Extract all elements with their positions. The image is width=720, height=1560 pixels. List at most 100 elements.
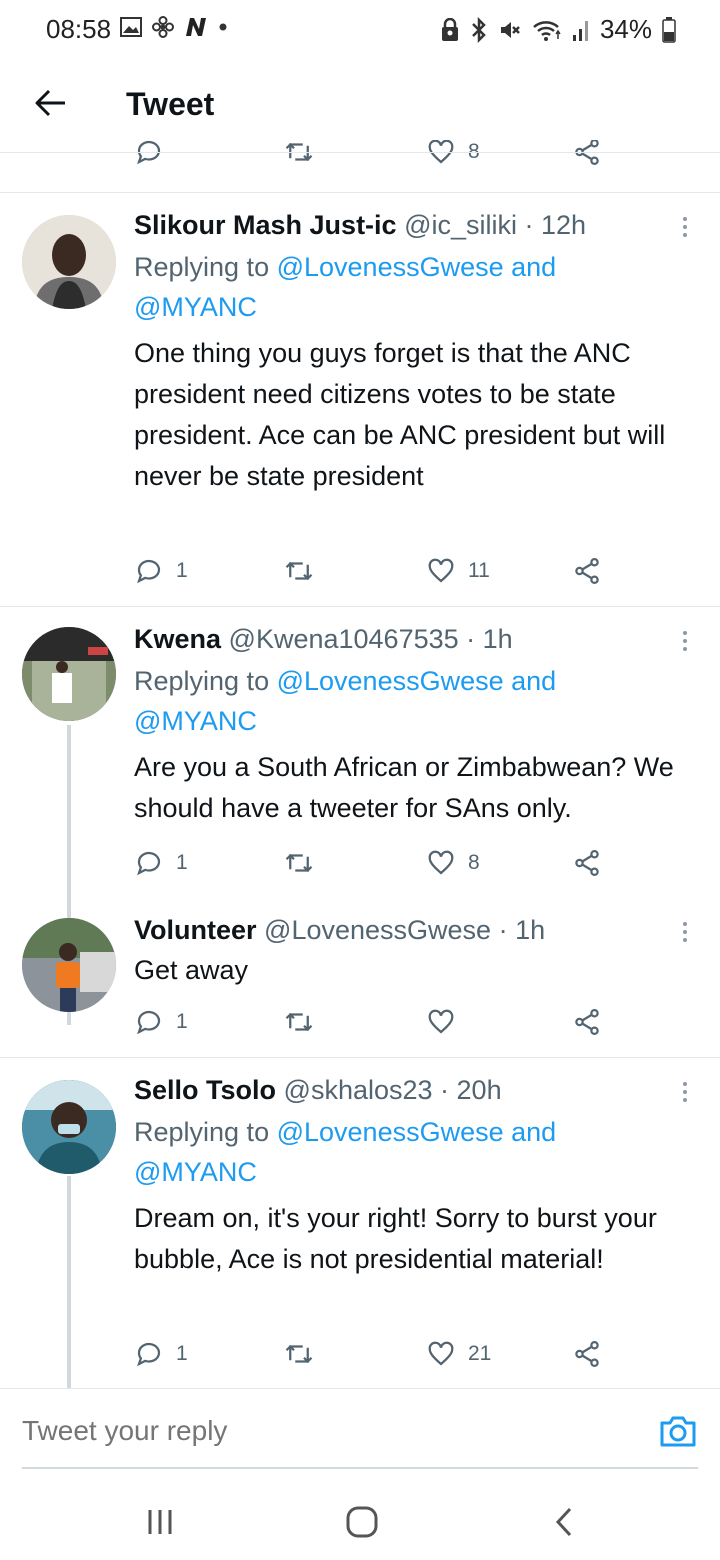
share-icon xyxy=(575,140,599,165)
status-time: 08:58 xyxy=(46,14,112,44)
reply-input-underline xyxy=(22,1467,698,1469)
heart-icon xyxy=(428,1009,454,1034)
like-button[interactable]: 11 xyxy=(426,551,490,591)
avatar[interactable] xyxy=(22,215,116,309)
battery-icon xyxy=(662,16,676,43)
reply-icon xyxy=(137,1010,161,1035)
retweet-button[interactable] xyxy=(284,140,314,172)
like-button[interactable]: 8 xyxy=(426,843,480,883)
mention-link[interactable]: @MYANC xyxy=(134,1157,257,1187)
back-button[interactable] xyxy=(26,78,76,128)
tweet-actions: 1 xyxy=(134,1002,614,1042)
reply-button[interactable]: 1 xyxy=(134,1002,188,1042)
reply-button[interactable] xyxy=(134,140,164,172)
fan-icon xyxy=(152,16,174,38)
tweet-text: Dream on, it's your right! Sorry to burs… xyxy=(134,1203,657,1274)
handle[interactable]: @Kwena10467535 xyxy=(229,624,459,654)
timestamp: · 12h xyxy=(524,210,587,240)
previous-tweet-actions: 8 xyxy=(0,140,720,180)
tweet[interactable]: Sello Tsolo @skhalos23 · 20h Replying to… xyxy=(0,1058,720,1388)
dot-icon xyxy=(219,23,227,31)
status-bar: 08:58 34% xyxy=(0,0,720,60)
share-button[interactable] xyxy=(572,1002,602,1042)
thread-line xyxy=(67,1176,71,1388)
reply-button[interactable]: 1 xyxy=(134,1334,188,1374)
reply-count: 1 xyxy=(176,559,188,582)
heart-icon xyxy=(428,1341,454,1366)
recents-button[interactable] xyxy=(140,1502,180,1542)
reply-icon xyxy=(137,140,161,165)
replying-to: Replying to @LovenessGwese and @MYANC xyxy=(134,247,692,327)
timestamp: · 1h xyxy=(466,624,513,654)
more-options-button[interactable] xyxy=(680,631,690,651)
mention-link[interactable]: @LovenessGwese xyxy=(277,252,504,282)
replying-prefix: Replying to xyxy=(134,1117,277,1147)
tweet-actions: 1 11 xyxy=(134,551,614,591)
retweet-button[interactable] xyxy=(284,1002,314,1042)
avatar[interactable] xyxy=(22,918,116,1012)
display-name[interactable]: Kwena xyxy=(134,624,221,654)
tweet-header: Slikour Mash Just-ic @ic_siliki · 12h xyxy=(134,207,692,243)
mention-link[interactable]: @LovenessGwese xyxy=(277,666,504,696)
mention-link[interactable]: @MYANC xyxy=(134,706,257,736)
tweet-header: Kwena @Kwena10467535 · 1h xyxy=(134,621,692,657)
reply-count: 1 xyxy=(176,1342,188,1365)
retweet-icon xyxy=(285,853,313,873)
tweet-text: One thing you guys forget is that the AN… xyxy=(134,338,666,491)
share-icon xyxy=(575,1341,599,1367)
reply-button[interactable]: 1 xyxy=(134,551,188,591)
like-button[interactable] xyxy=(426,1002,456,1042)
tweet-actions: 1 8 xyxy=(134,843,614,883)
retweet-button[interactable] xyxy=(284,1334,314,1374)
image-icon xyxy=(120,17,142,37)
more-options-button[interactable] xyxy=(680,1082,690,1102)
mention-link[interactable]: @MYANC xyxy=(134,292,257,322)
reply-icon xyxy=(137,559,161,584)
display-name[interactable]: Volunteer xyxy=(134,915,257,945)
avatar[interactable] xyxy=(22,627,116,721)
divider xyxy=(0,152,720,153)
retweet-icon xyxy=(285,561,313,581)
page-title: Tweet xyxy=(126,86,215,122)
share-button[interactable] xyxy=(572,1334,602,1374)
share-button[interactable] xyxy=(572,551,602,591)
share-button[interactable] xyxy=(572,843,602,883)
reply-input[interactable] xyxy=(22,1415,582,1447)
home-button[interactable] xyxy=(342,1502,382,1542)
more-options-button[interactable] xyxy=(680,217,690,237)
reply-count: 1 xyxy=(176,851,188,874)
tweet[interactable]: Volunteer @LovenessGwese · 1h Get away 1 xyxy=(0,900,720,1056)
like-button[interactable]: 8 xyxy=(426,140,480,172)
camera-button[interactable] xyxy=(658,1411,698,1451)
tweet-actions: 1 21 xyxy=(134,1334,614,1374)
mute-icon xyxy=(500,21,520,38)
mention-link[interactable]: @LovenessGwese xyxy=(277,1117,504,1147)
share-icon xyxy=(575,1009,599,1035)
reply-count: 1 xyxy=(176,1010,188,1033)
like-count: 21 xyxy=(468,1342,492,1365)
back-nav-button[interactable] xyxy=(544,1502,584,1542)
display-name[interactable]: Sello Tsolo xyxy=(134,1075,276,1105)
back-arrow-icon xyxy=(35,89,65,117)
retweet-button[interactable] xyxy=(284,843,314,883)
handle[interactable]: @ic_siliki xyxy=(404,210,517,240)
avatar[interactable] xyxy=(22,1080,116,1174)
recents-icon xyxy=(148,1510,172,1534)
heart-icon xyxy=(428,850,454,875)
replying-to: Replying to @LovenessGwese and @MYANC xyxy=(134,1112,692,1192)
replying-prefix: Replying to xyxy=(134,252,277,282)
display-name[interactable]: Slikour Mash Just-ic xyxy=(134,210,397,240)
reply-button[interactable]: 1 xyxy=(134,843,188,883)
tweet[interactable]: Slikour Mash Just-ic @ic_siliki · 12h Re… xyxy=(0,193,720,606)
more-options-button[interactable] xyxy=(680,922,690,942)
share-button[interactable] xyxy=(572,140,602,172)
tweet[interactable]: Kwena @Kwena10467535 · 1h Replying to @L… xyxy=(0,607,720,1025)
handle[interactable]: @LovenessGwese xyxy=(264,915,491,945)
like-button[interactable]: 21 xyxy=(426,1334,491,1374)
retweet-button[interactable] xyxy=(284,551,314,591)
signal-icon xyxy=(572,20,588,41)
lock-icon xyxy=(441,17,458,41)
share-icon xyxy=(575,850,599,876)
handle[interactable]: @skhalos23 xyxy=(284,1075,433,1105)
tweet-text: Are you a South African or Zimbabwean? W… xyxy=(134,752,674,823)
